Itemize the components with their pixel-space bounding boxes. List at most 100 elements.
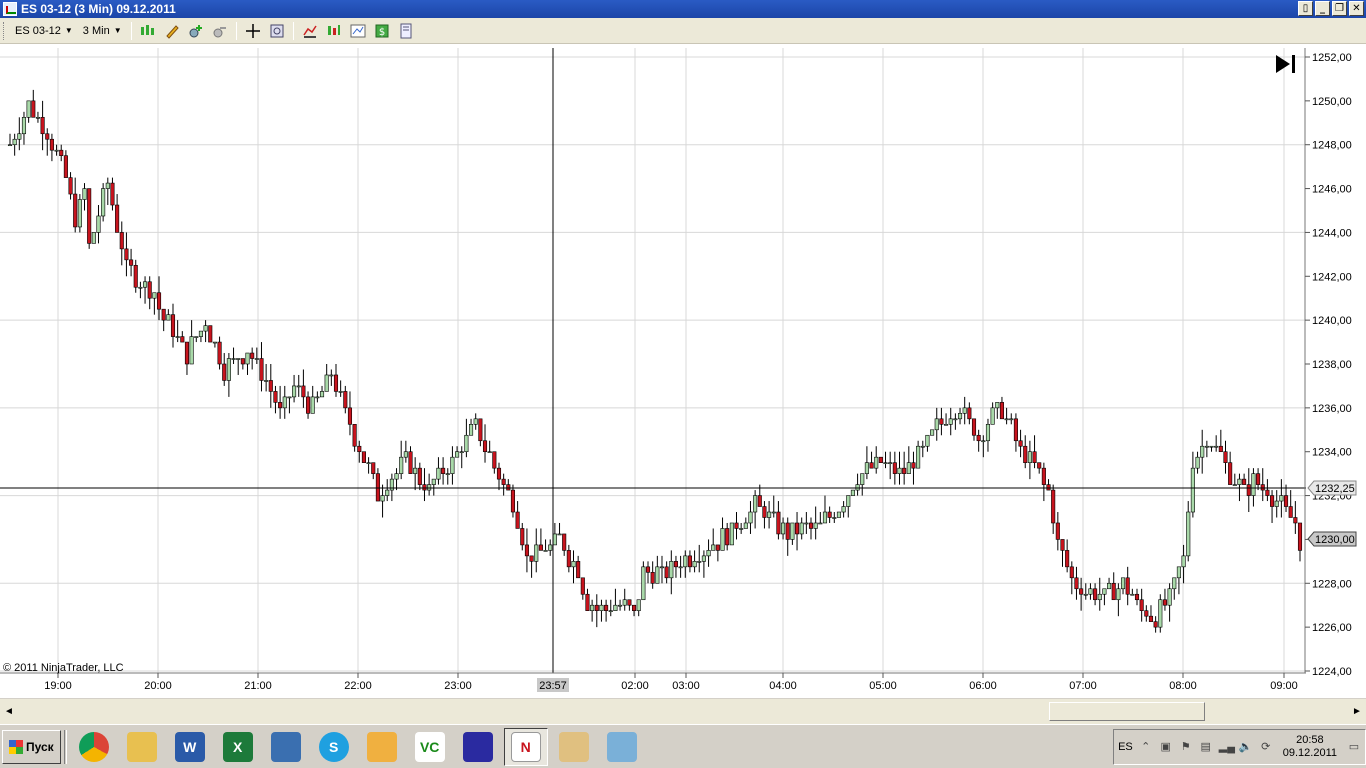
- candle-body-up: [152, 292, 157, 299]
- bar-type-button[interactable]: [138, 21, 158, 41]
- sync-icon[interactable]: ⟳: [1259, 740, 1273, 754]
- candle: [1130, 588, 1135, 596]
- candle: [1139, 588, 1144, 622]
- candle: [962, 396, 967, 425]
- device-icon[interactable]: ▤: [1199, 740, 1213, 754]
- candle: [166, 309, 171, 321]
- candle-body-up: [711, 544, 716, 551]
- candle: [827, 506, 832, 523]
- candle: [147, 276, 152, 310]
- close-button[interactable]: ✕: [1349, 1, 1364, 16]
- candle-body-down: [301, 385, 306, 398]
- taskbar-app-chrome[interactable]: [72, 728, 116, 766]
- price-axis[interactable]: 1224,001226,001228,001230,001232,001234,…: [1305, 52, 1352, 678]
- candle-body-down: [1148, 615, 1154, 622]
- candle: [82, 183, 87, 211]
- taskbar-app-paint[interactable]: [552, 728, 596, 766]
- chevron-up-icon[interactable]: ⌃: [1139, 740, 1153, 754]
- candle-body-up: [26, 100, 31, 118]
- volume-icon[interactable]: 🔈: [1239, 740, 1253, 754]
- crosshair-price-label: 1232,25: [1307, 480, 1357, 496]
- candle: [1279, 479, 1284, 518]
- taskbar-app-excel[interactable]: X: [216, 728, 260, 766]
- taskbar-app-word[interactable]: W: [168, 728, 212, 766]
- zoom-in-icon[interactable]: [186, 21, 206, 41]
- candle-body-up: [753, 495, 758, 513]
- flag-icon[interactable]: ⚑: [1179, 740, 1193, 754]
- taskbar-app-ninjatrader[interactable]: N: [503, 727, 548, 766]
- candle: [473, 413, 478, 430]
- taskbar-app-skype[interactable]: S: [312, 728, 356, 766]
- data-box-icon[interactable]: [267, 21, 287, 41]
- scroll-left-arrow[interactable]: ◄: [2, 702, 16, 721]
- candle: [21, 111, 27, 145]
- time-axis[interactable]: 19:00 20:00 21:00 22:00 23:00 02:00 03:00 04:00…: [44, 673, 1298, 692]
- taskbar-app-outlook[interactable]: [360, 728, 404, 766]
- candle-body-up: [1009, 418, 1014, 421]
- chart-properties-icon[interactable]: [348, 21, 368, 41]
- start-button[interactable]: Пуск: [2, 729, 61, 764]
- crosshair-time-label: 23:57: [537, 678, 569, 692]
- ninjatrader-app-icon[interactable]: [3, 2, 17, 16]
- candlestick-chart-svg[interactable]: 1224,001226,001228,001230,001232,001234,…: [0, 44, 1366, 698]
- crosshair-icon[interactable]: [243, 21, 263, 41]
- scrollbar-thumb[interactable]: [1049, 702, 1205, 721]
- taskbar-app-notepad[interactable]: [600, 728, 644, 766]
- candle: [538, 528, 543, 551]
- candle-body-up: [1097, 593, 1102, 601]
- show-desktop-icon[interactable]: ▭: [1347, 740, 1361, 754]
- candle: [953, 413, 958, 430]
- monitor-icon[interactable]: ▣: [1159, 740, 1173, 754]
- y-tick-label: 1234,00: [1312, 447, 1352, 459]
- candle: [329, 369, 334, 386]
- candle-body-down: [180, 336, 185, 343]
- chevron-down-icon: ▼: [64, 26, 73, 35]
- candle: [878, 456, 883, 463]
- toolbar-grip[interactable]: [3, 21, 6, 40]
- candle-body-down: [31, 100, 36, 118]
- candle: [1297, 522, 1303, 562]
- taskbar-app-explorer[interactable]: [120, 728, 164, 766]
- candle: [119, 221, 124, 266]
- indicators-icon[interactable]: [300, 21, 320, 41]
- candle: [487, 440, 492, 454]
- candle: [846, 495, 851, 518]
- drawing-tool-pencil-icon[interactable]: [162, 21, 182, 41]
- candle: [883, 451, 888, 469]
- clock[interactable]: 20:58 09.12.2011: [1279, 734, 1341, 760]
- taskbar-app-app7[interactable]: [456, 728, 500, 766]
- restore-panel-icon[interactable]: ▯: [1298, 1, 1313, 16]
- candle-body-up: [613, 604, 618, 611]
- candle-body-down: [1162, 599, 1167, 606]
- candle: [1228, 451, 1233, 485]
- network-signal-icon[interactable]: ▂▄: [1219, 740, 1235, 754]
- horizontal-scrollbar[interactable]: ◄ ►: [0, 698, 1366, 724]
- taskbar-app-vc[interactable]: VC: [408, 728, 452, 766]
- candle-body-down: [1069, 566, 1074, 579]
- interval-selector[interactable]: 3 Min ▼: [78, 21, 127, 41]
- zoom-out-icon[interactable]: [210, 21, 230, 41]
- candle: [999, 396, 1004, 420]
- panel-icon[interactable]: [396, 21, 416, 41]
- scroll-right-arrow[interactable]: ►: [1350, 702, 1364, 721]
- candle-body-up: [846, 495, 851, 507]
- taskbar-app-thunderbird[interactable]: [264, 728, 308, 766]
- candle-body-down: [222, 363, 227, 381]
- price-chart[interactable]: 1224,001226,001228,001230,001232,001234,…: [0, 44, 1366, 698]
- clock-date: 09.12.2011: [1282, 747, 1337, 759]
- candle-body-down: [161, 308, 166, 321]
- candle-body-up: [166, 314, 171, 321]
- language-indicator[interactable]: ES: [1118, 741, 1133, 753]
- maximize-button[interactable]: ❐: [1332, 1, 1347, 16]
- candle-body-down: [999, 402, 1004, 420]
- candle-body-up: [91, 232, 96, 244]
- minimize-button[interactable]: _: [1315, 1, 1330, 16]
- y-tick-label: 1226,00: [1312, 622, 1352, 634]
- strategies-icon[interactable]: [324, 21, 344, 41]
- candle-body-up: [962, 407, 967, 414]
- scroll-to-end-icon[interactable]: [1276, 55, 1295, 73]
- candle: [1074, 566, 1079, 600]
- candle-body-up: [54, 149, 59, 152]
- dollar-icon[interactable]: $: [372, 21, 392, 41]
- instrument-selector[interactable]: ES 03-12 ▼: [10, 21, 78, 41]
